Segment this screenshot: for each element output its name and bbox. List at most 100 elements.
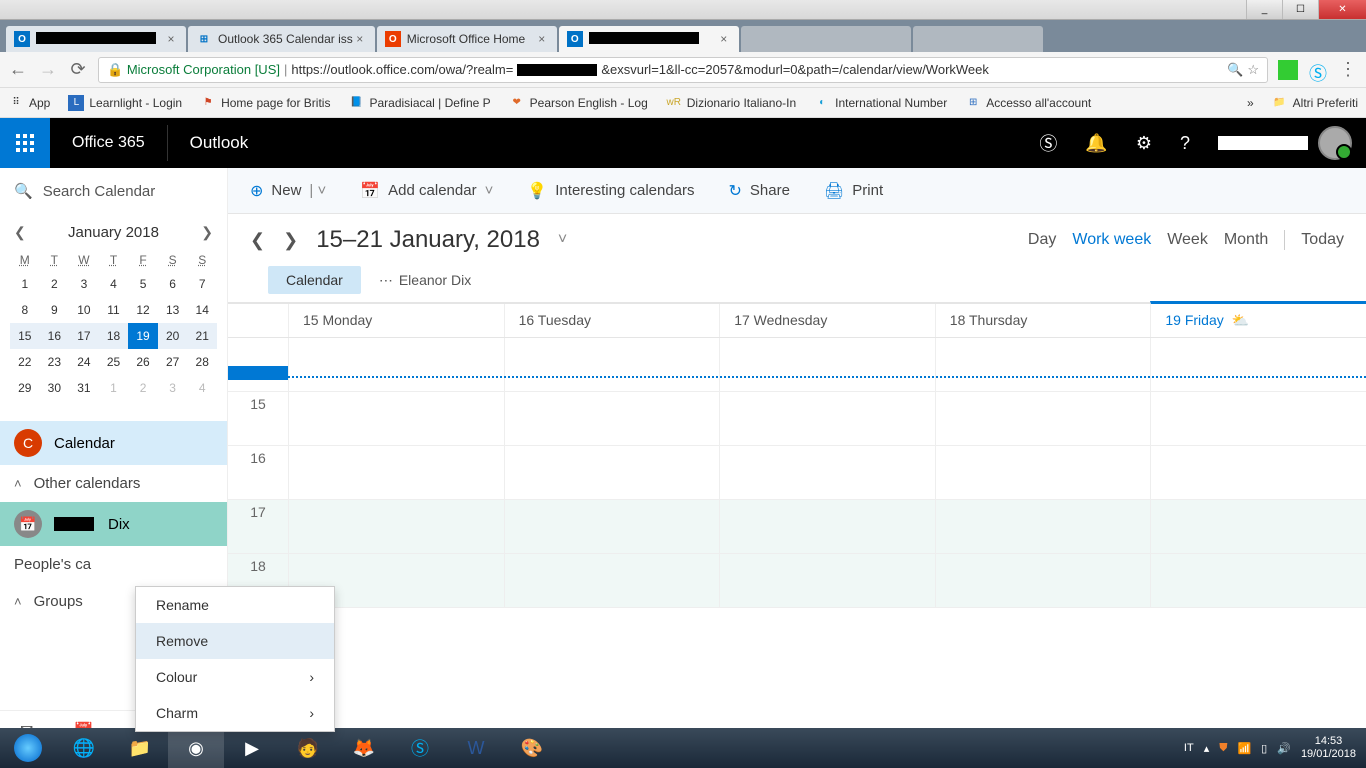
date-range-title[interactable]: 15–21 January, 2018 (316, 226, 540, 254)
tray-lang[interactable]: IT (1184, 742, 1194, 754)
my-calendar-item[interactable]: CCalendar (0, 421, 227, 465)
calendar-grid[interactable]: 15161718 (228, 338, 1366, 750)
time-slot[interactable] (935, 446, 1151, 499)
browser-tab[interactable] (741, 26, 911, 52)
time-slot[interactable] (1150, 500, 1366, 553)
add-calendar-button[interactable]: 📅Add calendar ˅ (360, 181, 493, 201)
ctx-rename[interactable]: Rename (136, 587, 334, 623)
time-slot[interactable] (288, 500, 504, 553)
other-calendars-header[interactable]: ˄Other calendars (0, 465, 227, 502)
time-slot[interactable] (504, 554, 720, 607)
time-slot[interactable] (504, 446, 720, 499)
mini-cal-day[interactable]: 28 (187, 349, 217, 375)
time-slot[interactable] (935, 500, 1151, 553)
bookmark-item[interactable]: LLearnlight - Login (68, 95, 182, 111)
time-slot[interactable] (719, 338, 935, 391)
mini-cal-day[interactable]: 18 (99, 323, 129, 349)
settings-icon[interactable]: ⚙ (1136, 133, 1152, 154)
taskbar-media[interactable]: ▶ (224, 728, 280, 768)
mini-cal-day[interactable]: 4 (187, 375, 217, 401)
new-button[interactable]: ⊕New | ˅ (250, 181, 326, 201)
tray-clock[interactable]: 14:5319/01/2018 (1301, 735, 1356, 761)
interesting-calendars-button[interactable]: 💡Interesting calendars (527, 181, 694, 201)
mini-cal-day[interactable]: 15 (10, 323, 40, 349)
mini-cal-title[interactable]: January 2018 (68, 224, 159, 241)
people-calendars-header[interactable]: People's ca (0, 546, 227, 583)
view-today[interactable]: Today (1301, 231, 1344, 249)
mini-cal-day[interactable]: 17 (69, 323, 99, 349)
mini-cal-day[interactable]: 23 (40, 349, 70, 375)
time-slot[interactable] (935, 554, 1151, 607)
time-slot[interactable] (935, 392, 1151, 445)
taskbar-app[interactable]: 🧑 (280, 728, 336, 768)
mini-cal-day[interactable]: 2 (128, 375, 158, 401)
mini-cal-day[interactable]: 30 (40, 375, 70, 401)
time-slot[interactable] (719, 392, 935, 445)
taskbar-skype[interactable]: Ⓢ (392, 728, 448, 768)
url-input[interactable]: 🔒 Microsoft Corporation [US] | https://o… (98, 57, 1268, 83)
time-slot[interactable] (504, 500, 720, 553)
taskbar-paint[interactable]: 🎨 (504, 728, 560, 768)
forward-button[interactable]: → (38, 60, 58, 80)
time-slot[interactable] (1150, 554, 1366, 607)
mini-cal-day[interactable]: 22 (10, 349, 40, 375)
close-icon[interactable]: × (353, 32, 367, 46)
mini-cal-day[interactable]: 19 (128, 323, 158, 349)
app-launcher[interactable] (0, 118, 50, 168)
tray-chevron-icon[interactable]: ▴ (1204, 742, 1210, 755)
bookmark-item[interactable]: ⊞Accesso all'account (965, 95, 1091, 111)
user-menu[interactable] (1218, 126, 1352, 160)
help-icon[interactable]: ? (1180, 133, 1190, 154)
window-close[interactable]: ✕ (1318, 0, 1366, 19)
apps-shortcut[interactable]: ⠿App (8, 95, 50, 111)
time-slot[interactable] (719, 446, 935, 499)
time-slot[interactable] (1150, 446, 1366, 499)
ctx-colour[interactable]: Colour› (136, 659, 334, 695)
time-slot[interactable] (504, 392, 720, 445)
bookmark-item[interactable]: 📘Paradisiacal | Define P (348, 95, 490, 111)
shared-calendar-item[interactable]: 📅Dix (0, 502, 227, 546)
bookmark-item[interactable]: ⚑Home page for Britis (200, 95, 330, 111)
day-header[interactable]: 17 Wednesday (719, 304, 935, 337)
ctx-charm[interactable]: Charm› (136, 695, 334, 731)
skype-extension-icon[interactable]: Ⓢ (1308, 60, 1328, 80)
mini-cal-day[interactable]: 25 (99, 349, 129, 375)
prev-month[interactable]: ❮ (14, 224, 26, 241)
time-slot[interactable] (1150, 392, 1366, 445)
tray-shield-icon[interactable]: ⛊ (1219, 742, 1227, 755)
taskbar-firefox[interactable]: 🦊 (336, 728, 392, 768)
menu-icon[interactable]: ⋮ (1338, 60, 1358, 80)
skype-icon[interactable]: Ⓢ (1039, 130, 1057, 156)
day-header[interactable]: 16 Tuesday (504, 304, 720, 337)
mini-cal-day[interactable]: 29 (10, 375, 40, 401)
app-name[interactable]: Outlook (168, 133, 271, 153)
mini-cal-day[interactable]: 31 (69, 375, 99, 401)
time-slot[interactable] (935, 338, 1151, 391)
start-button[interactable] (0, 728, 56, 768)
mini-cal-day[interactable]: 27 (158, 349, 188, 375)
view-month[interactable]: Month (1224, 231, 1268, 249)
prev-week[interactable]: ❮ (250, 230, 265, 251)
mini-cal-day[interactable]: 16 (40, 323, 70, 349)
taskbar-word[interactable]: W (448, 728, 504, 768)
next-month[interactable]: ❯ (201, 224, 213, 241)
window-minimize[interactable]: _ (1246, 0, 1282, 19)
time-slot[interactable] (288, 338, 504, 391)
search-input[interactable]: 🔍Search Calendar (0, 168, 227, 214)
view-workweek[interactable]: Work week (1072, 231, 1151, 249)
mini-cal-day[interactable]: 1 (99, 375, 129, 401)
mini-cal-day[interactable]: 26 (128, 349, 158, 375)
calendar-chip[interactable]: Calendar (268, 266, 361, 294)
time-slot[interactable] (504, 338, 720, 391)
view-week[interactable]: Week (1167, 231, 1208, 249)
taskbar-explorer[interactable]: 📁 (112, 728, 168, 768)
mini-cal-day[interactable]: 20 (158, 323, 188, 349)
tray-network-icon[interactable]: 📶 (1237, 742, 1251, 755)
bookmark-item[interactable]: wRDizionario Italiano-In (666, 95, 796, 111)
close-icon[interactable]: × (535, 32, 549, 46)
bookmarks-overflow[interactable]: » (1247, 96, 1254, 110)
day-header[interactable]: 18 Thursday (935, 304, 1151, 337)
next-week[interactable]: ❯ (283, 230, 298, 251)
ctx-remove[interactable]: Remove (136, 623, 334, 659)
mini-cal-day[interactable]: 3 (158, 375, 188, 401)
